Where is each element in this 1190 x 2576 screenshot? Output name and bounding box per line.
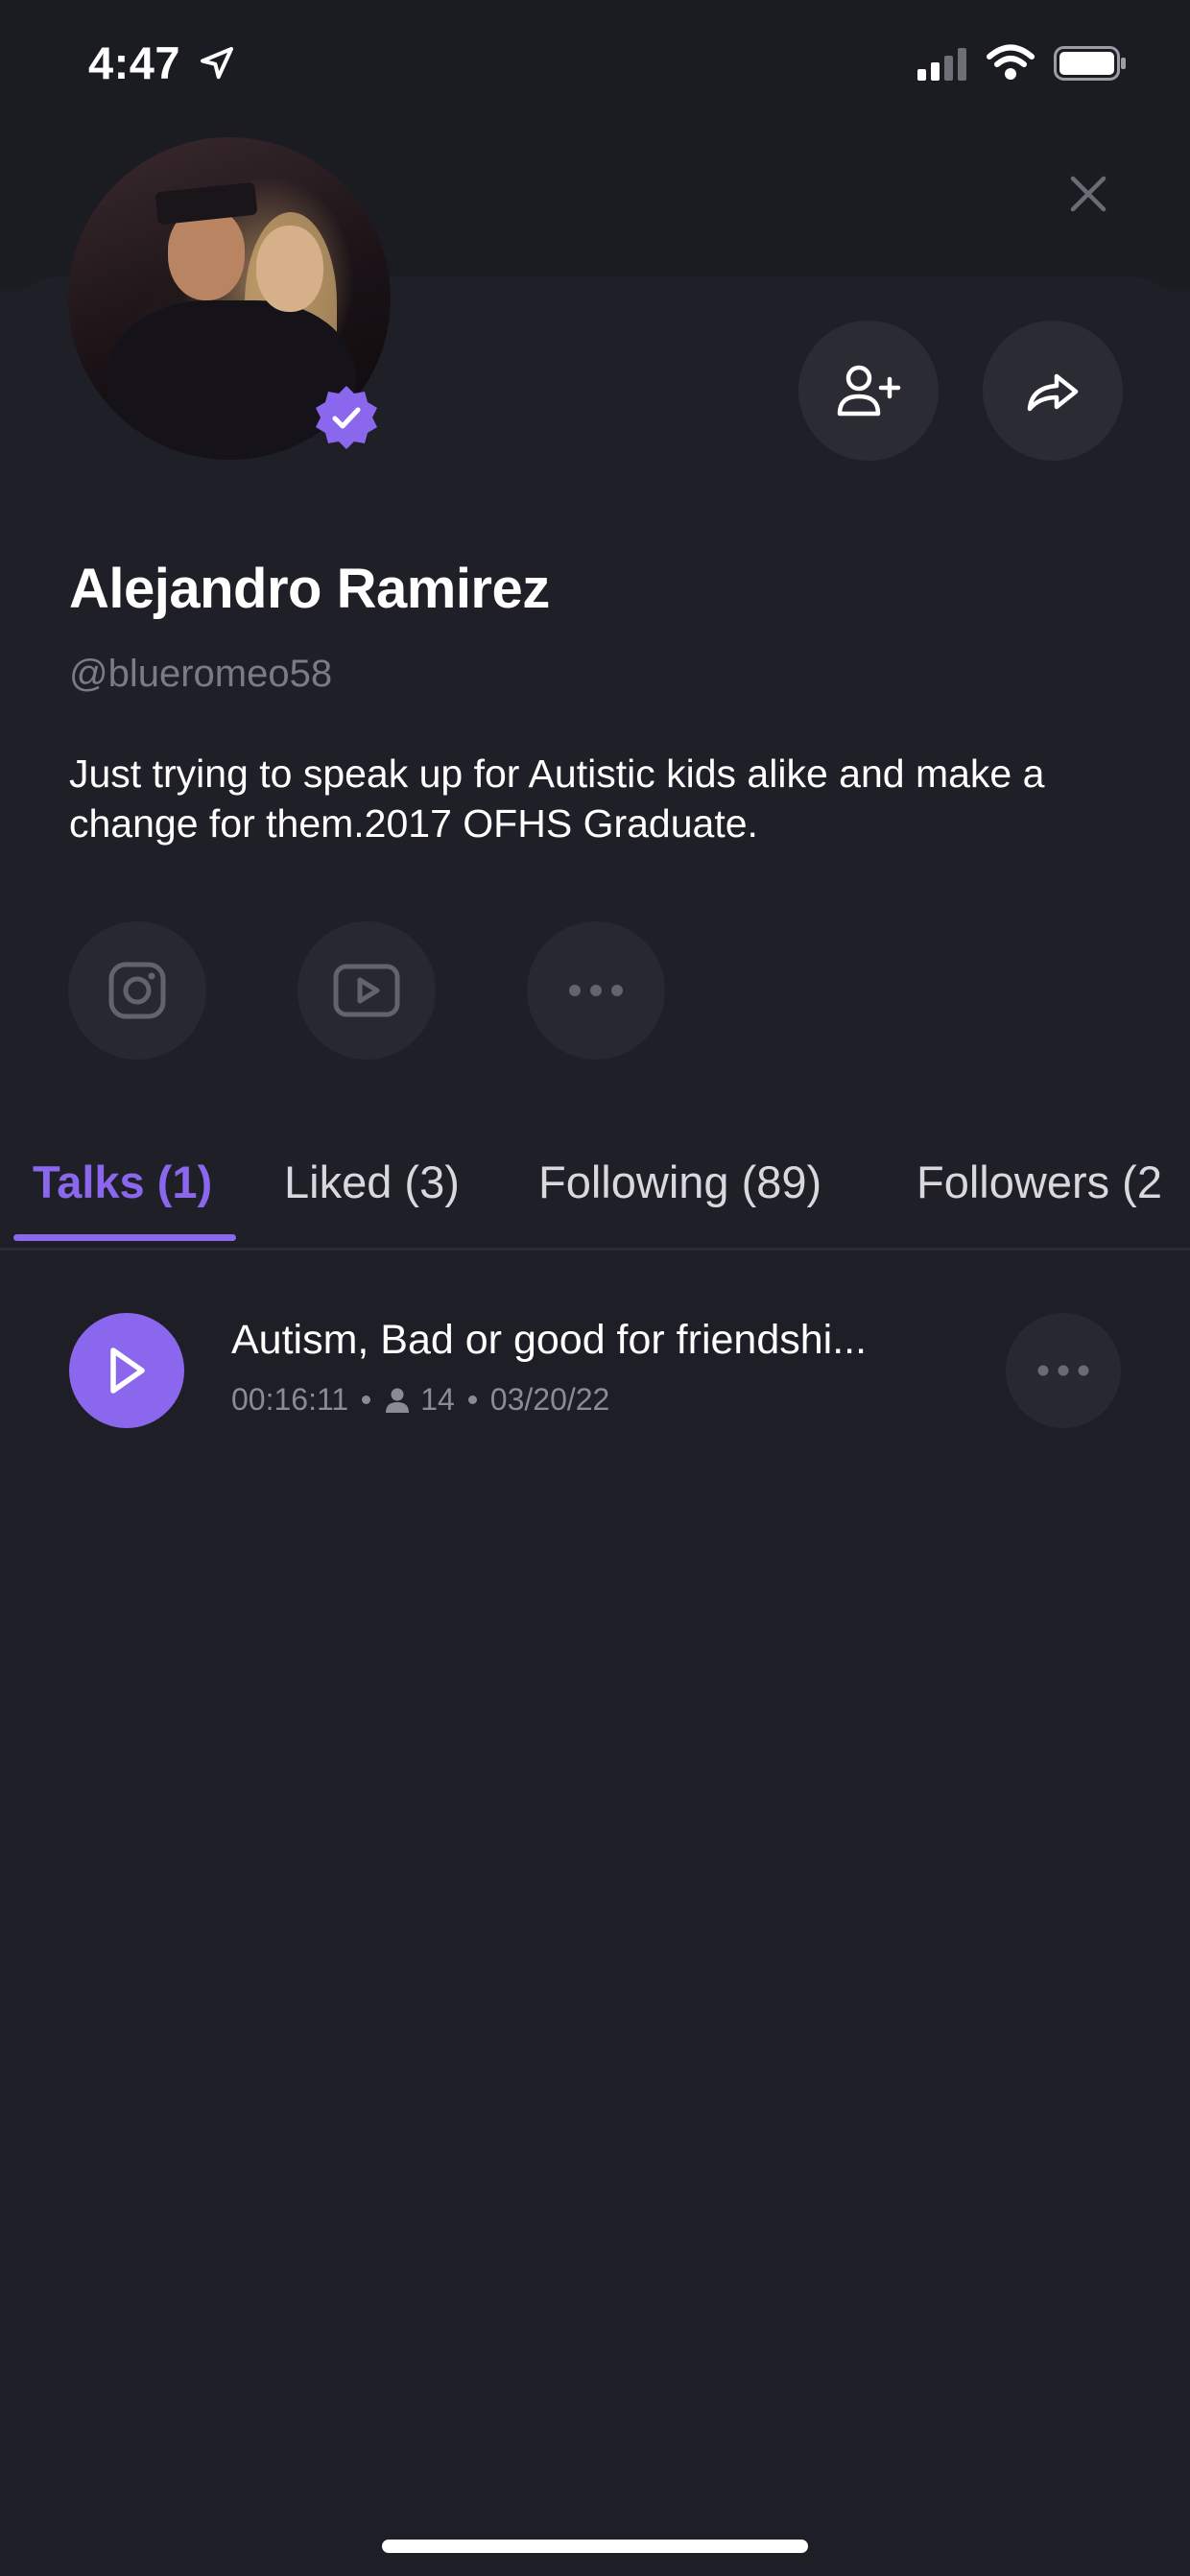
status-time: 4:47 bbox=[88, 37, 181, 88]
more-dots-icon bbox=[1037, 1365, 1089, 1376]
talk-meta: 00:16:11 14 03/20/22 bbox=[231, 1382, 609, 1418]
talk-listeners: 14 bbox=[420, 1382, 455, 1417]
instagram-icon bbox=[108, 962, 166, 1019]
profile-tabs: Talks (1) Liked (3) Following (89) Follo… bbox=[0, 1148, 1190, 1244]
separator-dot bbox=[362, 1395, 371, 1404]
share-button[interactable] bbox=[983, 321, 1123, 461]
talk-duration: 00:16:11 bbox=[231, 1382, 349, 1417]
youtube-icon bbox=[333, 964, 400, 1017]
tab-talks[interactable]: Talks (1) bbox=[33, 1156, 212, 1208]
talk-title[interactable]: Autism, Bad or good for friendshi... bbox=[231, 1317, 867, 1364]
talk-more-button[interactable] bbox=[1006, 1313, 1121, 1428]
instagram-link-button[interactable] bbox=[68, 921, 206, 1060]
tab-liked[interactable]: Liked (3) bbox=[284, 1156, 460, 1208]
separator-dot bbox=[467, 1395, 477, 1404]
profile-bio: Just trying to speak up for Autistic kid… bbox=[69, 751, 1045, 846]
share-arrow-icon bbox=[1027, 373, 1079, 412]
profile-name: Alejandro Ramirez bbox=[69, 558, 550, 620]
verified-badge-icon bbox=[316, 386, 377, 449]
close-icon bbox=[1070, 176, 1107, 212]
tabs-divider bbox=[0, 1248, 1190, 1251]
profile-handle: @blueromeo58 bbox=[69, 653, 333, 695]
battery-icon bbox=[1054, 46, 1126, 81]
more-links-button[interactable] bbox=[527, 921, 665, 1060]
cellular-signal-icon bbox=[917, 48, 966, 81]
more-dots-icon bbox=[569, 985, 623, 996]
location-arrow-icon bbox=[201, 47, 233, 80]
youtube-link-button[interactable] bbox=[298, 921, 436, 1060]
user-plus-icon bbox=[837, 365, 901, 417]
person-icon bbox=[386, 1388, 410, 1413]
tab-followers[interactable]: Followers (2 bbox=[916, 1156, 1162, 1208]
play-icon bbox=[110, 1348, 145, 1394]
active-tab-indicator bbox=[13, 1234, 236, 1241]
tab-following[interactable]: Following (89) bbox=[538, 1156, 821, 1208]
play-button[interactable] bbox=[69, 1313, 184, 1428]
wifi-icon bbox=[987, 44, 1035, 80]
add-friend-button[interactable] bbox=[798, 321, 939, 461]
talk-date: 03/20/22 bbox=[489, 1382, 610, 1417]
home-indicator[interactable] bbox=[382, 2540, 808, 2553]
close-button[interactable] bbox=[1061, 167, 1115, 221]
